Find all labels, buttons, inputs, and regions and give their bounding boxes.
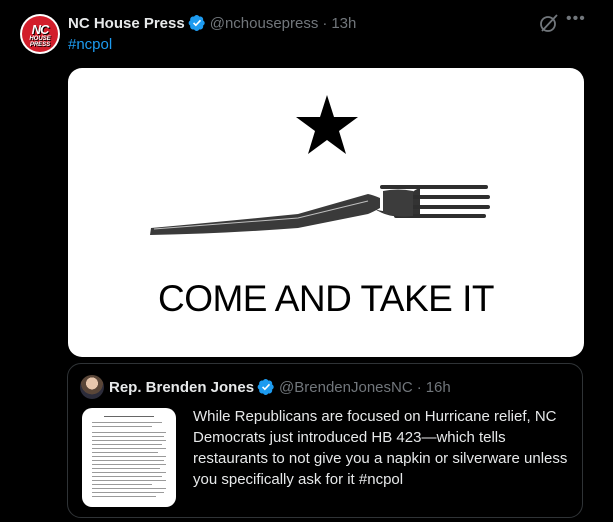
avatar-logo-text: NC xyxy=(31,22,50,37)
quoted-author-name[interactable]: Rep. Brenden Jones xyxy=(109,379,254,396)
document-thumbnail[interactable] xyxy=(82,408,176,507)
quoted-author-handle[interactable]: @BrendenJonesNC xyxy=(279,379,413,396)
separator-dot: · xyxy=(416,378,422,396)
quoted-timestamp[interactable]: 16h xyxy=(426,379,451,396)
star-icon xyxy=(296,95,358,154)
image-caption: COME AND TAKE IT xyxy=(157,278,495,319)
separator-dot: · xyxy=(322,14,328,32)
quoted-author-avatar[interactable] xyxy=(80,375,104,399)
more-icon[interactable]: ••• xyxy=(566,10,586,28)
avatar[interactable]: NC HOUSE PRESS xyxy=(20,14,60,54)
verified-badge-icon xyxy=(188,14,205,32)
quoted-tweet[interactable]: Rep. Brenden Jones @BrendenJonesNC · 16h… xyxy=(67,363,583,518)
verified-badge-icon xyxy=(257,378,274,396)
avatar-logo-subtext: HOUSE PRESS xyxy=(29,36,51,48)
tweet-header: NC House Press @nchousepress · 13h xyxy=(68,13,356,33)
tweet-image[interactable]: COME AND TAKE IT xyxy=(68,68,584,357)
fork-icon xyxy=(150,185,490,235)
grok-icon[interactable] xyxy=(538,12,560,34)
author-handle[interactable]: @nchousepress xyxy=(210,15,319,32)
tweet-timestamp[interactable]: 13h xyxy=(331,15,356,32)
quoted-tweet-header: Rep. Brenden Jones @BrendenJonesNC · 16h xyxy=(109,376,451,398)
hashtag-link[interactable]: #ncpol xyxy=(68,36,112,53)
quoted-tweet-text: While Republicans are focused on Hurrica… xyxy=(193,408,568,488)
author-name[interactable]: NC House Press xyxy=(68,15,185,32)
